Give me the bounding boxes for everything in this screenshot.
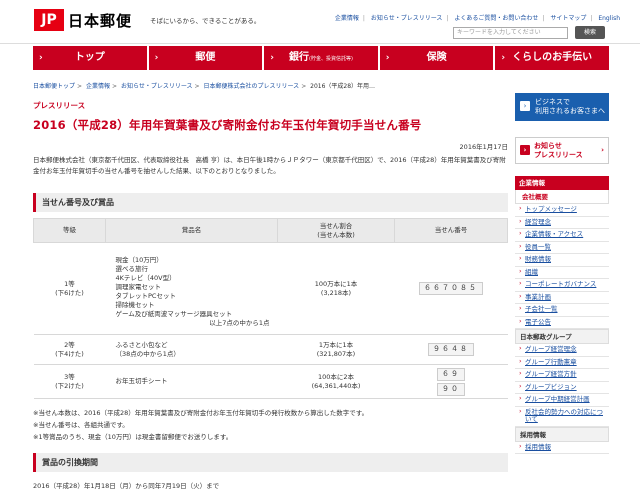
winning-number: ６６７０８５ xyxy=(419,282,483,295)
sidebar-group-list: グループ経営理念 グループ行動憲章 グループ経営方針 グループビジョン グループ… xyxy=(515,344,609,427)
section-label: プレスリリース xyxy=(33,101,86,110)
th-grade: 等級 xyxy=(33,218,106,243)
breadcrumb-press[interactable]: 日本郵便株式会社のプレスリリース xyxy=(203,83,299,90)
sidebar-corp-sub[interactable]: 会社概要 xyxy=(515,190,609,204)
breadcrumb-home[interactable]: 日本郵便トップ xyxy=(33,83,75,90)
breadcrumb: 日本郵便トップ > 企業情報 > お知らせ・プレスリリース > 日本郵便株式会社のプレ… xyxy=(33,83,376,90)
site-header: JP 日本郵便 そばにいるから、できることがある。 企業情報 | お知らせ・プレス… xyxy=(0,0,640,44)
exchange-period: 2016（平成28）年1月18日（月）から同年7月19日（火）まで xyxy=(33,482,220,490)
sidebar-item[interactable]: コーポレートガバナンス xyxy=(515,279,609,292)
intro-text: 日本郵便株式会社（東京都千代田区、代表取締役社長 高橋 亨）は、本日午後1時から… xyxy=(33,156,506,175)
sidebar-corp-head: 企業情報 xyxy=(515,176,609,190)
breadcrumb-current: 2016（平成28）年用… xyxy=(310,83,376,90)
sidebar-recruit-list: 採用情報 xyxy=(515,442,609,454)
notes: ※当せん本数は、2016（平成28）年用年賀葉書及び寄附金付お年玉付年賀切手の発… xyxy=(33,409,369,441)
nav-mail[interactable]: 郵便 xyxy=(148,46,263,70)
sidebar-item[interactable]: グループビジョン xyxy=(515,382,609,394)
nav-top[interactable]: トップ xyxy=(33,46,147,70)
page-title: 2016（平成28）年用年賀葉書及び寄附金付お年玉付年賀切手当せん番号 xyxy=(33,118,422,132)
th-ratio: 当せん割合 (当せん本数) xyxy=(277,218,395,243)
table-row: 1等 (下6けた) 現金（10万円） 選べる旅行 4Kテレビ（40V型） 調理家電… xyxy=(33,242,508,335)
header-link-news[interactable]: お知らせ・プレスリリース xyxy=(371,15,443,22)
prize-table: 等級 賞品名 当せん割合 (当せん本数) 当せん番号 1等 (下6けた) 現金（1… xyxy=(33,218,508,399)
jp-post-logo-icon: JP xyxy=(34,9,64,31)
header-links: 企業情報 | お知らせ・プレスリリース | よくあるご質問・お問い合わせ | サイトマ… xyxy=(334,15,620,22)
sidebar-corp-list: トップメッセージ 経営理念 企業情報・アクセス 役員一覧 財務情報 組織 コーポ… xyxy=(515,204,609,329)
breadcrumb-news[interactable]: お知らせ・プレスリリース xyxy=(121,83,193,90)
main-nav: トップ 郵便 銀行(貯金、投資信託等) 保険 くらしのお手伝い xyxy=(33,46,609,70)
search-button[interactable]: 検索 xyxy=(575,26,605,39)
main-content: プレスリリース 2016（平成28）年用年賀葉書及び寄附金付お年玉付年賀切手当せ… xyxy=(33,94,508,490)
sidebar-recruit-head: 採用情報 xyxy=(515,426,609,442)
sidebar-item[interactable]: 採用情報 xyxy=(515,442,609,454)
sidebar-item[interactable]: グループ経営方針 xyxy=(515,369,609,382)
sidebar-item[interactable]: 事業計画 xyxy=(515,292,609,304)
tagline: そばにいるから、できることがある。 xyxy=(150,17,261,25)
sidebar-item[interactable]: 経営理念 xyxy=(515,217,609,229)
nav-insurance[interactable]: 保険 xyxy=(379,46,494,70)
heading-numbers: 当せん番号及び賞品 xyxy=(33,193,508,212)
sidebar-group-head: 日本郵政グループ xyxy=(515,329,609,344)
search-input[interactable]: キーワードを入力してください xyxy=(453,27,568,39)
sidebar: › ビジネスで 利用されるお客さまへ › お知らせ プレスリリース › 企業情報… xyxy=(515,93,609,454)
arrow-icon: › xyxy=(520,145,530,155)
header-link-faq[interactable]: よくあるご質問・お問い合わせ xyxy=(454,15,538,22)
table-row: 2等 (下4けた) ふるさと小包など （38点の中から1点） 1万本に1本 (321,… xyxy=(33,334,508,365)
sidebar-item[interactable]: 財務情報 xyxy=(515,254,609,267)
breadcrumb-corp[interactable]: 企業情報 xyxy=(86,83,110,90)
sidebar-item[interactable]: 子会社一覧 xyxy=(515,304,609,317)
header-link-corp[interactable]: 企業情報 xyxy=(335,15,359,22)
nav-bank[interactable]: 銀行(貯金、投資信託等) xyxy=(264,46,378,70)
business-customers-button[interactable]: › ビジネスで 利用されるお客さまへ xyxy=(515,93,609,121)
logo-text: 日本郵便 xyxy=(68,11,133,30)
arrow-icon: › xyxy=(520,101,530,111)
chevron-right-icon: › xyxy=(601,146,604,154)
sidebar-item[interactable]: 電子公告 xyxy=(515,317,609,329)
sidebar-item[interactable]: グループ経営理念 xyxy=(515,344,609,357)
winning-number: ９６４８ xyxy=(428,343,474,356)
release-date: 2016年1月17日 xyxy=(459,143,508,151)
table-row: 3等 (下2けた) お年玉切手シート 100本に2本 (64,361,440本) ６… xyxy=(33,364,508,399)
logo[interactable]: JP 日本郵便 xyxy=(34,9,132,31)
heading-exchange: 賞品の引換期間 xyxy=(33,453,508,472)
sidebar-item[interactable]: 組織 xyxy=(515,267,609,279)
sidebar-item[interactable]: 企業情報・アクセス xyxy=(515,229,609,242)
winning-number: ９０ xyxy=(437,382,465,396)
press-release-button[interactable]: › お知らせ プレスリリース › xyxy=(515,137,609,164)
th-prize: 賞品名 xyxy=(105,218,278,243)
winning-number: ６９ xyxy=(437,367,465,381)
nav-life[interactable]: くらしのお手伝い xyxy=(495,46,609,70)
sidebar-item[interactable]: 役員一覧 xyxy=(515,242,609,254)
sidebar-item[interactable]: 反社会的勢力への対応について xyxy=(515,407,609,427)
th-number: 当せん番号 xyxy=(394,218,508,243)
header-link-sitemap[interactable]: サイトマップ xyxy=(550,15,586,22)
sidebar-item[interactable]: トップメッセージ xyxy=(515,204,609,217)
header-link-english[interactable]: English xyxy=(598,15,620,22)
sidebar-item[interactable]: グループ行動憲章 xyxy=(515,357,609,369)
sidebar-item[interactable]: グループ中期経営計画 xyxy=(515,394,609,407)
